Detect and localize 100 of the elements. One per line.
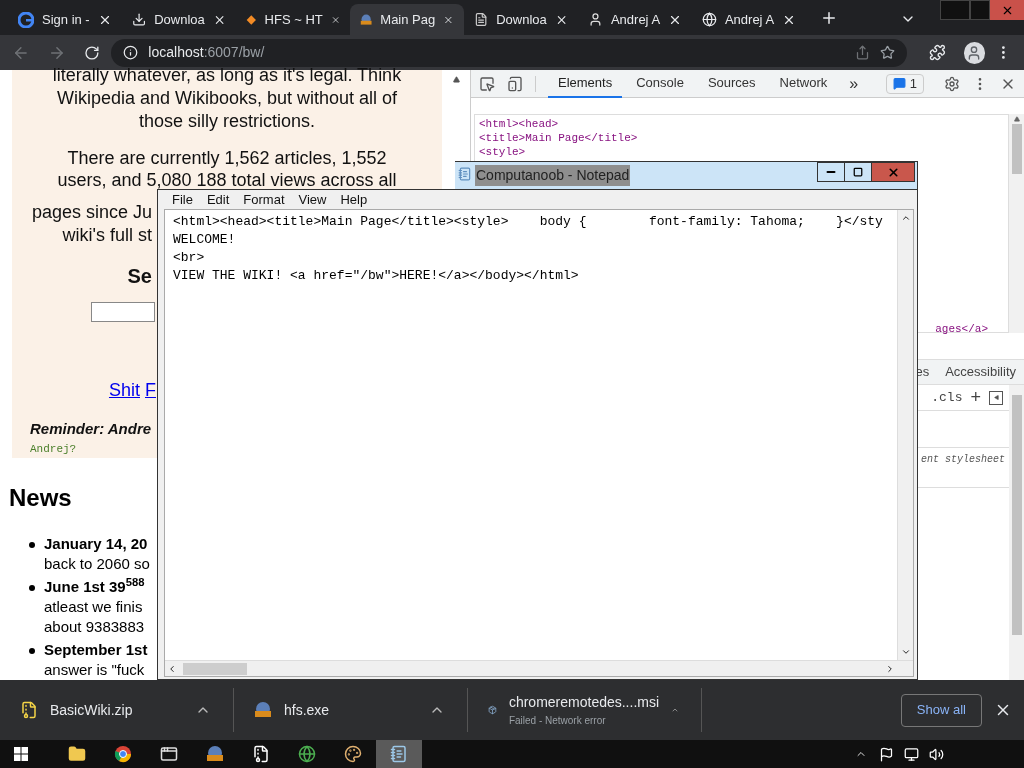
bullet — [29, 648, 35, 654]
more-tabs-button[interactable]: » — [849, 71, 859, 96]
news-heading: News — [9, 483, 73, 513]
browser-tab[interactable]: Main Pag — [350, 4, 464, 35]
scroll-left-icon[interactable] — [167, 663, 177, 674]
wiki-link[interactable]: F — [145, 377, 156, 404]
download-name: BasicWiki.zip — [50, 700, 134, 720]
scrollbar[interactable] — [1009, 385, 1024, 680]
news-text: about 9383883 — [44, 617, 145, 637]
search-field[interactable] — [91, 302, 155, 322]
devtools-tab[interactable]: Sources — [697, 69, 766, 98]
download-name: hfs.exe — [284, 700, 331, 720]
reminder-note: Andrej? — [30, 441, 78, 457]
download-icon — [132, 12, 147, 27]
news-text: back to 2060 so — [44, 554, 150, 574]
palette-icon — [344, 745, 362, 763]
scroll-up-icon[interactable] — [900, 213, 911, 223]
folder-icon — [68, 745, 86, 763]
download-item[interactable]: BasicWiki.zip — [0, 688, 234, 732]
menu-item[interactable]: View — [298, 189, 327, 210]
news-title: June 1st 39$^{588}$ — [44, 577, 145, 597]
stats-text-line: users, and 5,080 188 total views across all — [57, 169, 397, 191]
scroll-up-icon[interactable] — [453, 76, 460, 83]
cls-button[interactable]: .cls — [931, 387, 963, 408]
stats-text-line: There are currently 1,562 articles, 1,552 — [67, 147, 387, 169]
info-icon[interactable] — [123, 45, 139, 60]
url-text: localhost:6007/bw/ — [148, 43, 265, 62]
settings-icon[interactable] — [944, 75, 960, 92]
scroll-right-icon[interactable] — [885, 663, 895, 674]
scrollbar[interactable] — [897, 210, 913, 660]
network-icon[interactable] — [904, 746, 919, 762]
download-name: chromeremotedes....msi — [508, 693, 660, 712]
scrollbar[interactable] — [165, 660, 913, 676]
address-bar[interactable]: localhost:6007/bw/ — [111, 38, 907, 67]
text-line: WELCOME! — [173, 231, 236, 249]
browser-tab[interactable]: HFS ~ HT — [236, 4, 350, 35]
google-icon — [18, 11, 34, 28]
stylesheet-note: ent stylesheet — [921, 453, 1005, 467]
intro-text-line: those silly restrictions. — [138, 110, 316, 133]
disc-icon — [206, 745, 224, 763]
browser-tab[interactable]: Downloa — [122, 4, 236, 35]
dom-line[interactable]: <title>Main Page</title> — [479, 131, 638, 145]
devtools-tab[interactable]: Network — [769, 69, 838, 98]
close-button[interactable] — [990, 0, 1024, 20]
scrollbar-thumb[interactable] — [183, 662, 247, 675]
sidebar-toggle-icon[interactable] — [989, 390, 1003, 405]
browser-tab[interactable]: Downloa — [464, 4, 578, 35]
archive-icon — [252, 745, 270, 763]
new-tab-icon[interactable] — [820, 9, 838, 27]
dom-line[interactable]: <style> — [479, 145, 526, 159]
share-icon[interactable] — [854, 45, 870, 60]
globe-icon — [702, 12, 717, 27]
browser-tab[interactable]: Sign in - — [8, 4, 122, 35]
devtools-tab[interactable]: Console — [626, 69, 694, 98]
dom-line[interactable]: <html><head> — [479, 117, 559, 131]
menu-item[interactable]: File — [172, 189, 193, 210]
show-all-button[interactable]: Show all — [900, 693, 982, 727]
person-icon — [588, 12, 603, 27]
browser-tab[interactable]: Andrej A — [578, 4, 692, 35]
news-title: January 14, 20 — [44, 534, 148, 554]
close-icon — [886, 165, 900, 179]
issues-badge[interactable]: 1 — [885, 73, 924, 94]
chrome-icon — [114, 745, 132, 763]
bookmark-icon[interactable] — [879, 45, 895, 60]
devtools-tab[interactable]: Elements — [548, 69, 623, 98]
menu-item[interactable]: Format — [243, 189, 285, 210]
download-item[interactable]: chromeremotedes....msi Failed - Network error — [468, 688, 702, 732]
start-icon[interactable] — [14, 747, 28, 761]
window-title: Computanoob - Notepad — [475, 165, 631, 186]
reload-icon[interactable] — [83, 44, 100, 61]
download-item[interactable]: hfs.exe — [234, 688, 468, 732]
window-icon — [160, 745, 178, 763]
speaker-icon[interactable] — [929, 746, 944, 762]
scroll-down-icon[interactable] — [900, 647, 911, 657]
flag-icon[interactable] — [879, 746, 894, 762]
text-line: <html><head><title>Main Page</title><style> body { font-family: Tahoma; }</sty — [173, 213, 883, 231]
notepad-icon — [390, 745, 408, 763]
scrollbar-thumb[interactable] — [1011, 395, 1022, 635]
avatar[interactable] — [963, 41, 986, 64]
document-icon — [474, 12, 489, 27]
add-rule-button[interactable]: + — [970, 384, 981, 411]
scrollbar[interactable] — [1009, 114, 1024, 333]
wiki-link[interactable]: Shit — [108, 377, 140, 404]
devtools-tab[interactable]: Accessibility — [945, 362, 1016, 382]
minimize-button[interactable] — [817, 162, 845, 182]
scrollbar-thumb[interactable] — [1011, 124, 1022, 174]
reminder-text: Reminder: Andre — [30, 419, 152, 439]
menu-item[interactable]: Edit — [206, 189, 230, 210]
window-titlebar[interactable]: Computanoob - Notepad — [455, 161, 918, 189]
intro-text-line: Wikipedia and Wikibooks, but without all of — [56, 87, 398, 110]
scroll-up-icon[interactable] — [1013, 116, 1020, 122]
maximize-icon — [853, 167, 863, 177]
device-toolbar-icon[interactable] — [507, 75, 523, 92]
zip-file-icon — [20, 701, 38, 719]
browser-tab[interactable]: Andrej A — [692, 4, 806, 35]
dom-line[interactable]: ages</a> — [935, 322, 988, 336]
news-text: answer is "fuck — [44, 660, 145, 680]
inspect-icon[interactable] — [479, 75, 495, 92]
extensions-icon[interactable] — [928, 44, 946, 61]
menu-item[interactable]: Help — [340, 189, 368, 210]
